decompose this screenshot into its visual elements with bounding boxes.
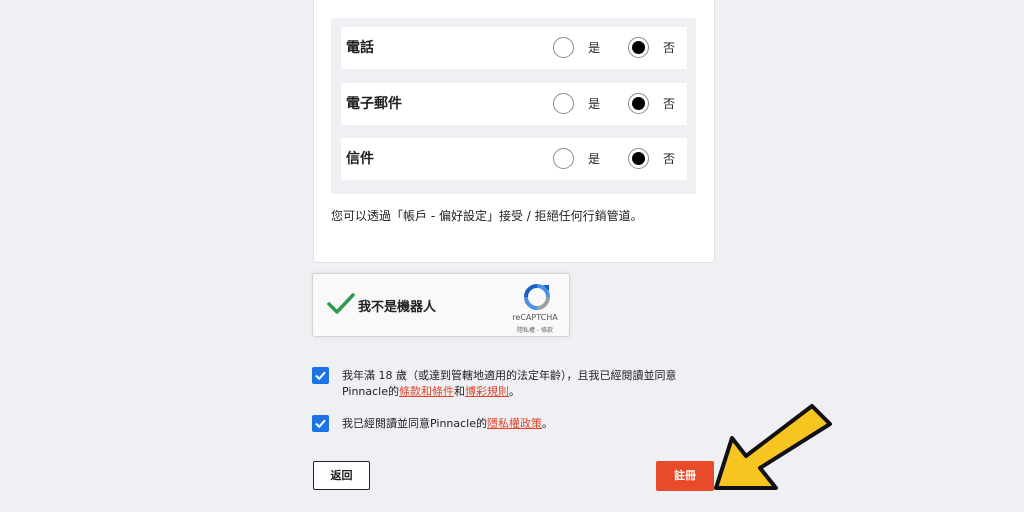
- age-agree-checkbox[interactable]: [312, 367, 329, 384]
- privacy-agree-prefix: 我已經閱讀並同意Pinnacle的: [342, 417, 488, 430]
- privacy-policy-link[interactable]: 隱私權政策: [487, 417, 542, 430]
- pref-row-email: 電子郵件 是 否: [341, 83, 687, 125]
- pref-label-email: 電子郵件: [346, 96, 402, 112]
- phone-no-radio[interactable]: [628, 37, 649, 58]
- check-icon: [315, 419, 326, 429]
- check-icon: [315, 371, 326, 381]
- email-no-label: 否: [663, 97, 676, 111]
- pref-label-mail: 信件: [346, 151, 374, 167]
- recaptcha-links[interactable]: 隱私權 - 條款: [505, 325, 565, 334]
- privacy-agree-checkbox[interactable]: [312, 415, 329, 432]
- checkmark-icon[interactable]: [327, 292, 355, 316]
- phone-yes-radio[interactable]: [553, 37, 574, 58]
- mail-yes-radio[interactable]: [553, 148, 574, 169]
- recaptcha-widget[interactable]: 我不是機器人 reCAPTCHA 隱私權 - 條款: [312, 273, 570, 337]
- mail-no-label: 否: [663, 152, 676, 166]
- preferences-note: 您可以透過「帳戶 - 偏好設定」接受 / 拒絕任何行銷管道。: [331, 209, 643, 223]
- mail-no-radio[interactable]: [628, 148, 649, 169]
- pref-label-phone: 電話: [346, 40, 374, 56]
- terms-link[interactable]: 條款和條件: [399, 385, 454, 398]
- age-agree-conj: 和: [454, 385, 466, 398]
- phone-yes-label: 是: [588, 41, 601, 55]
- captcha-label: 我不是機器人: [358, 300, 437, 315]
- betting-rules-link[interactable]: 博彩規則: [465, 385, 509, 398]
- recaptcha-brand: reCAPTCHA: [512, 313, 558, 322]
- age-agree-line2: Pinnacle的條款和條件和博彩規則。: [342, 384, 677, 400]
- privacy-agree-text: 我已經閱讀並同意Pinnacle的隱私權政策。: [342, 416, 553, 432]
- email-yes-label: 是: [588, 97, 601, 111]
- recaptcha-logo-icon: [524, 284, 550, 310]
- pref-row-mail: 信件 是 否: [341, 138, 687, 180]
- pointer-arrow-icon: [714, 404, 832, 490]
- back-button[interactable]: 返回: [313, 461, 370, 490]
- age-agree-line1: 我年滿 18 歲（或達到管轄地適用的法定年齡），且我已經閱讀並同意: [342, 369, 677, 382]
- pref-row-phone: 電話 是 否: [341, 27, 687, 69]
- phone-no-label: 否: [663, 41, 676, 55]
- email-yes-radio[interactable]: [553, 93, 574, 114]
- age-agree-prefix: Pinnacle的: [342, 385, 400, 398]
- age-agree-text: 我年滿 18 歲（或達到管轄地適用的法定年齡），且我已經閱讀並同意 Pinnac…: [342, 368, 677, 400]
- email-no-radio[interactable]: [628, 93, 649, 114]
- age-agree-suffix: 。: [509, 385, 521, 398]
- mail-yes-label: 是: [588, 152, 601, 166]
- privacy-agree-suffix: 。: [542, 417, 554, 430]
